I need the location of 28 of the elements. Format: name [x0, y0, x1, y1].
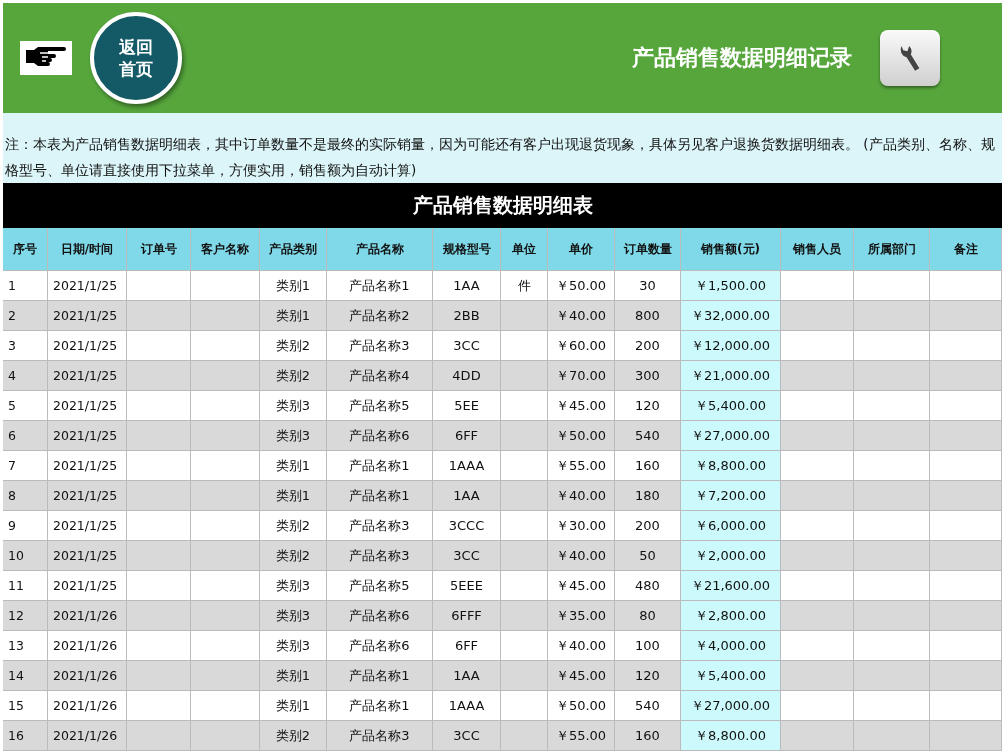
table-cell: ￥27,000.00: [681, 691, 781, 721]
pointing-hand-icon: [20, 41, 72, 75]
table-cell: ￥5,400.00: [681, 391, 781, 421]
table-cell: ￥6,000.00: [681, 511, 781, 541]
table-cell: ￥21,000.00: [681, 361, 781, 391]
table-cell: ￥7,200.00: [681, 481, 781, 511]
table-cell: ￥21,600.00: [681, 571, 781, 601]
table-title: 产品销售数据明细表: [3, 183, 1002, 228]
table-cell: ￥1,500.00: [681, 271, 781, 301]
home-button[interactable]: 返回首页: [90, 12, 182, 104]
table-cell: ￥12,000.00: [681, 331, 781, 361]
table-cell: ￥4,000.00: [681, 631, 781, 661]
table-cell: 类别2: [260, 721, 327, 751]
note-text: 注：本表为产品销售数据明细表，其中订单数量不是最终的实际销量，因为可能还有客户出现退货现象，具体另见客户退换货数据明细表。 (产品类别、名称、规格型号、单位请直接使用下拉菜单，方便实用，销售额为自动计算): [3, 113, 1002, 183]
table-cell: ￥32,000.00: [681, 301, 781, 331]
tools-button[interactable]: [880, 30, 940, 86]
page-title: 产品销售数据明细记录: [632, 44, 852, 72]
table-cell: ￥5,400.00: [681, 661, 781, 691]
table-cell: ￥27,000.00: [681, 421, 781, 451]
table-cell: ￥8,800.00: [681, 451, 781, 481]
table-cell: 16: [3, 721, 48, 751]
table-cell: ￥2,000.00: [681, 541, 781, 571]
table-cell: ￥2,800.00: [681, 601, 781, 631]
table-cell: ￥55.00: [548, 721, 615, 751]
table-cell: 2021/1/26: [48, 721, 127, 751]
table-cell: 产品名称3: [327, 721, 433, 751]
table-cell: 3CC: [433, 721, 501, 751]
table-cell: ￥8,800.00: [681, 721, 781, 751]
